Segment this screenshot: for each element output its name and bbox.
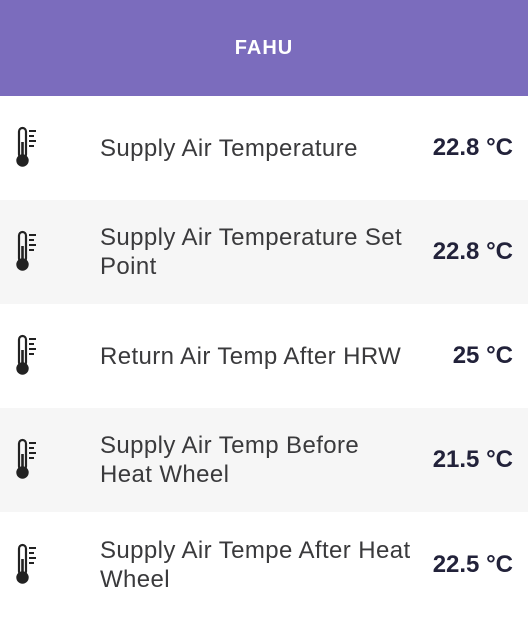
list-item[interactable]: Supply Air Temp Before Heat Wheel 21.5 °… <box>0 408 528 512</box>
thermometer-icon <box>0 126 100 170</box>
sensor-label: Supply Air Temperature <box>100 134 358 162</box>
thermometer-icon <box>0 334 100 378</box>
sensor-value: 21.5 °C <box>432 446 513 473</box>
thermometer-icon <box>0 543 100 587</box>
sensor-value: 22.8 °C <box>432 238 513 265</box>
list-item[interactable]: Supply Air Temperature 22.8 °C <box>0 96 528 200</box>
list-item[interactable]: Return Air Temp After HRW 25 °C <box>0 304 528 408</box>
list-item[interactable]: Supply Air Tempe After Heat Wheel 22.5 °… <box>0 512 528 618</box>
page-title: FAHU <box>234 36 294 59</box>
sensor-label: Supply Air Temperature Set Point <box>100 224 403 280</box>
sensor-list: Supply Air Temperature 22.8 °C Supply Ai… <box>0 96 528 618</box>
thermometer-icon <box>0 230 100 274</box>
sensor-label: Return Air Temp After HRW <box>100 342 402 370</box>
list-item[interactable]: Supply Air Temperature Set Point 22.8 °C <box>0 200 528 304</box>
sensor-value: 22.5 °C <box>432 551 513 578</box>
sensor-value: 22.8 °C <box>432 134 513 161</box>
sensor-label: Supply Air Temp Before Heat Wheel <box>100 432 360 488</box>
sensor-label: Supply Air Tempe After Heat Wheel <box>100 537 411 593</box>
thermometer-icon <box>0 438 100 482</box>
app-header: FAHU <box>0 0 528 96</box>
sensor-value: 25 °C <box>452 342 513 369</box>
